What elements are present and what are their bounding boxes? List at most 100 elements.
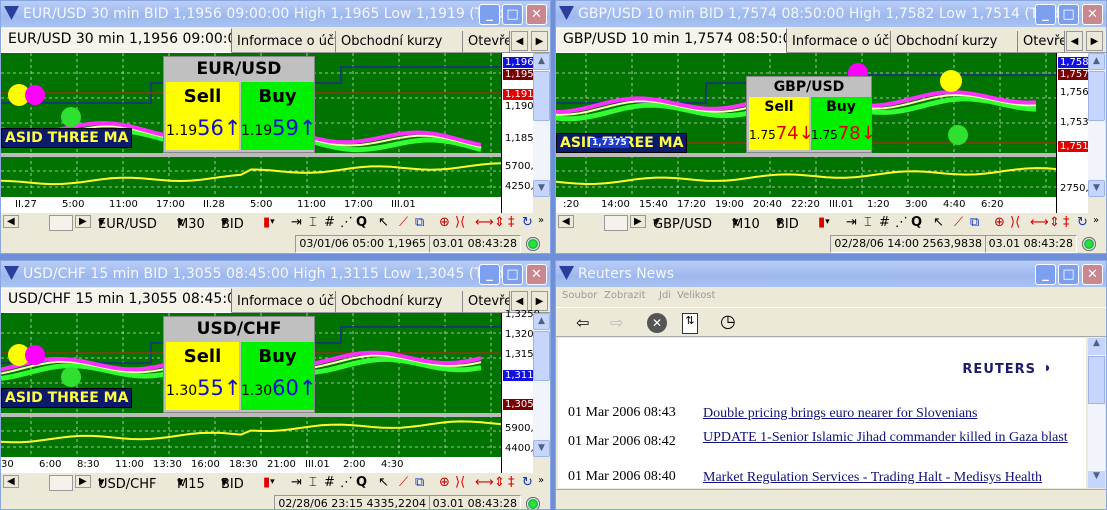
menu-go[interactable]: Jdi xyxy=(659,290,671,301)
timeframe-dropdown[interactable]: M15 ▾ xyxy=(177,475,205,492)
minimize-button[interactable]: _ xyxy=(479,4,500,25)
tab-scroll-left-button[interactable]: ◀ xyxy=(511,31,528,51)
news-headline-link[interactable]: Double pricing brings euro nearer for Sl… xyxy=(703,405,1078,423)
scale-icon[interactable]: ⌶ xyxy=(309,475,317,490)
objects-icon[interactable]: ⧉ xyxy=(415,215,424,230)
refresh-icon[interactable]: ↻ xyxy=(1077,215,1088,230)
title-bar[interactable]: GBP/USD 10 min BID 1,7574 08:50:00 High … xyxy=(556,1,1106,27)
title-bar[interactable]: EUR/USD 30 min BID 1,1956 09:00:00 High … xyxy=(1,1,550,27)
tab-scroll-left-button[interactable]: ◀ xyxy=(1066,31,1083,51)
zoom-out-v-icon[interactable]: ‡ xyxy=(1063,215,1070,230)
title-bar[interactable]: Reuters News _ □ ✕ xyxy=(556,261,1106,287)
back-icon[interactable]: ⇦ xyxy=(576,313,589,332)
zoom-icon[interactable]: ⊕ xyxy=(439,215,450,230)
cursor-icon[interactable]: ↖ xyxy=(378,475,389,490)
tab-chart[interactable]: USD/CHF 15 min 1,3055 08:45:00 xyxy=(1,288,232,313)
draw-line-icon[interactable]: ⟋ xyxy=(954,215,963,230)
draw-line-icon[interactable]: ⟋ xyxy=(399,475,408,490)
hscroll-left-button[interactable]: ◀ xyxy=(3,475,19,488)
buy-button[interactable]: Buy 1.1959↑ xyxy=(241,82,317,150)
price-chart[interactable]: ASID THREE MA USD/CHF Sell 1.3055↑ Buy 1… xyxy=(1,313,501,457)
toolbar-overflow-button[interactable]: » xyxy=(1093,215,1099,226)
zoom-in-h-icon[interactable]: ⟩⟨ xyxy=(455,215,465,230)
toolbar-overflow-button[interactable]: » xyxy=(538,215,544,226)
hscroll-left-button[interactable]: ◀ xyxy=(558,215,574,228)
toolbar-overflow-button[interactable]: » xyxy=(538,475,544,486)
stop-icon[interactable]: ✕ xyxy=(647,313,667,333)
menu-view[interactable]: Zobrazit xyxy=(604,290,646,301)
hscroll-left-button[interactable]: ◀ xyxy=(3,215,19,228)
grid-icon[interactable]: # xyxy=(324,475,335,490)
scroll-down-button[interactable]: ▼ xyxy=(1088,180,1105,197)
objects-icon[interactable]: ⧉ xyxy=(415,475,424,490)
news-headline-link[interactable]: UPDATE 1-Senior Islamic Jihad commander … xyxy=(703,429,1078,447)
menu-size[interactable]: Velikost xyxy=(677,290,715,301)
sell-button[interactable]: Sell 1.7574↓ xyxy=(749,97,814,150)
close-button[interactable]: ✕ xyxy=(1082,4,1103,25)
clock-icon[interactable]: ◷ xyxy=(720,311,736,332)
tab-open-positions[interactable]: Otevře xyxy=(1019,31,1065,53)
scroll-down-button[interactable]: ▼ xyxy=(533,180,550,197)
news-scrollbar[interactable]: ▲ ▼ xyxy=(1088,338,1105,488)
scroll-thumb[interactable] xyxy=(533,71,550,121)
minimize-button[interactable]: _ xyxy=(479,264,500,285)
zoom-in-h-icon[interactable]: ⟩⟨ xyxy=(1010,215,1020,230)
hscroll-right-button[interactable]: ▶ xyxy=(75,475,91,488)
tab-scroll-left-button[interactable]: ◀ xyxy=(511,291,528,311)
tab-trading-rates[interactable]: Obchodní kurzy xyxy=(337,31,463,53)
maximize-button[interactable]: □ xyxy=(1058,264,1079,285)
scale-icon[interactable]: ⌶ xyxy=(864,215,872,230)
zoom-out-v-icon[interactable]: ‡ xyxy=(508,215,515,230)
hscroll-right-button[interactable]: ▶ xyxy=(75,215,91,228)
zoom-in-v-icon[interactable]: ⇕ xyxy=(494,215,505,230)
refresh-icon[interactable]: ⇅ xyxy=(682,313,698,334)
scroll-thumb[interactable] xyxy=(1088,71,1105,121)
forward-icon[interactable]: ⇨ xyxy=(610,313,623,332)
tab-chart[interactable]: EUR/USD 30 min 1,1956 09:00:00 xyxy=(1,28,232,53)
zoom-in-h-icon[interactable]: ⟩⟨ xyxy=(455,475,465,490)
zoom-out-v-icon[interactable]: ‡ xyxy=(508,475,515,490)
hscroll-thumb[interactable] xyxy=(49,215,73,231)
tab-scroll-right-button[interactable]: ▶ xyxy=(1086,31,1103,51)
autoscroll-icon[interactable]: ⇥ xyxy=(291,475,302,490)
vertical-scrollbar[interactable]: ▲ ▼ xyxy=(533,313,550,457)
tab-chart[interactable]: GBP/USD 10 min 1,7574 08:50:00 xyxy=(556,28,787,53)
price-type-dropdown[interactable]: BID ▾ xyxy=(221,215,244,232)
candlestick-icon[interactable]: ▮ ▾ xyxy=(263,215,275,230)
scale-icon[interactable]: ⌶ xyxy=(309,215,317,230)
quote-icon[interactable]: Q xyxy=(911,215,922,230)
scroll-down-button[interactable]: ▼ xyxy=(1088,471,1105,488)
close-button[interactable]: ✕ xyxy=(1082,264,1103,285)
crosshair-icon[interactable]: ⋰ xyxy=(895,215,908,230)
timeframe-dropdown[interactable]: M30 ▾ xyxy=(177,215,205,232)
crosshair-icon[interactable]: ⋰ xyxy=(340,215,353,230)
refresh-icon[interactable]: ↻ xyxy=(522,475,533,490)
price-chart[interactable]: ASID THREE MA EUR/USD Sell 1.1956↑ Buy 1… xyxy=(1,53,501,197)
maximize-button[interactable]: □ xyxy=(502,4,523,25)
timeframe-dropdown[interactable]: M10 ▾ xyxy=(732,215,760,232)
maximize-button[interactable]: □ xyxy=(1058,4,1079,25)
close-button[interactable]: ✕ xyxy=(526,4,547,25)
vertical-scrollbar[interactable]: ▲ ▼ xyxy=(1088,53,1105,197)
quote-icon[interactable]: Q xyxy=(356,215,367,230)
scroll-up-button[interactable]: ▲ xyxy=(1088,53,1105,70)
candlestick-icon[interactable]: ▮ ▾ xyxy=(263,475,275,490)
grid-icon[interactable]: # xyxy=(879,215,890,230)
vertical-scrollbar[interactable]: ▲ ▼ xyxy=(533,53,550,197)
scroll-thumb[interactable] xyxy=(1088,356,1105,404)
zoom-icon[interactable]: ⊕ xyxy=(994,215,1005,230)
buy-button[interactable]: Buy 1.3060↑ xyxy=(241,342,317,410)
zoom-out-h-icon[interactable]: ⟷ xyxy=(475,215,494,230)
tab-account-info[interactable]: Informace o účtu xyxy=(233,291,336,313)
scroll-up-button[interactable]: ▲ xyxy=(533,313,550,330)
zoom-in-v-icon[interactable]: ⇕ xyxy=(1049,215,1060,230)
sell-button[interactable]: Sell 1.3055↑ xyxy=(166,342,242,410)
scroll-up-button[interactable]: ▲ xyxy=(533,53,550,70)
symbol-dropdown[interactable]: USD/CHF ▾ xyxy=(98,475,157,492)
sell-button[interactable]: Sell 1.1956↑ xyxy=(166,82,242,150)
zoom-icon[interactable]: ⊕ xyxy=(439,475,450,490)
price-type-dropdown[interactable]: BID ▾ xyxy=(221,475,244,492)
zoom-out-h-icon[interactable]: ⟷ xyxy=(1030,215,1049,230)
refresh-icon[interactable]: ↻ xyxy=(522,215,533,230)
hscroll-right-button[interactable]: ▶ xyxy=(630,215,646,228)
